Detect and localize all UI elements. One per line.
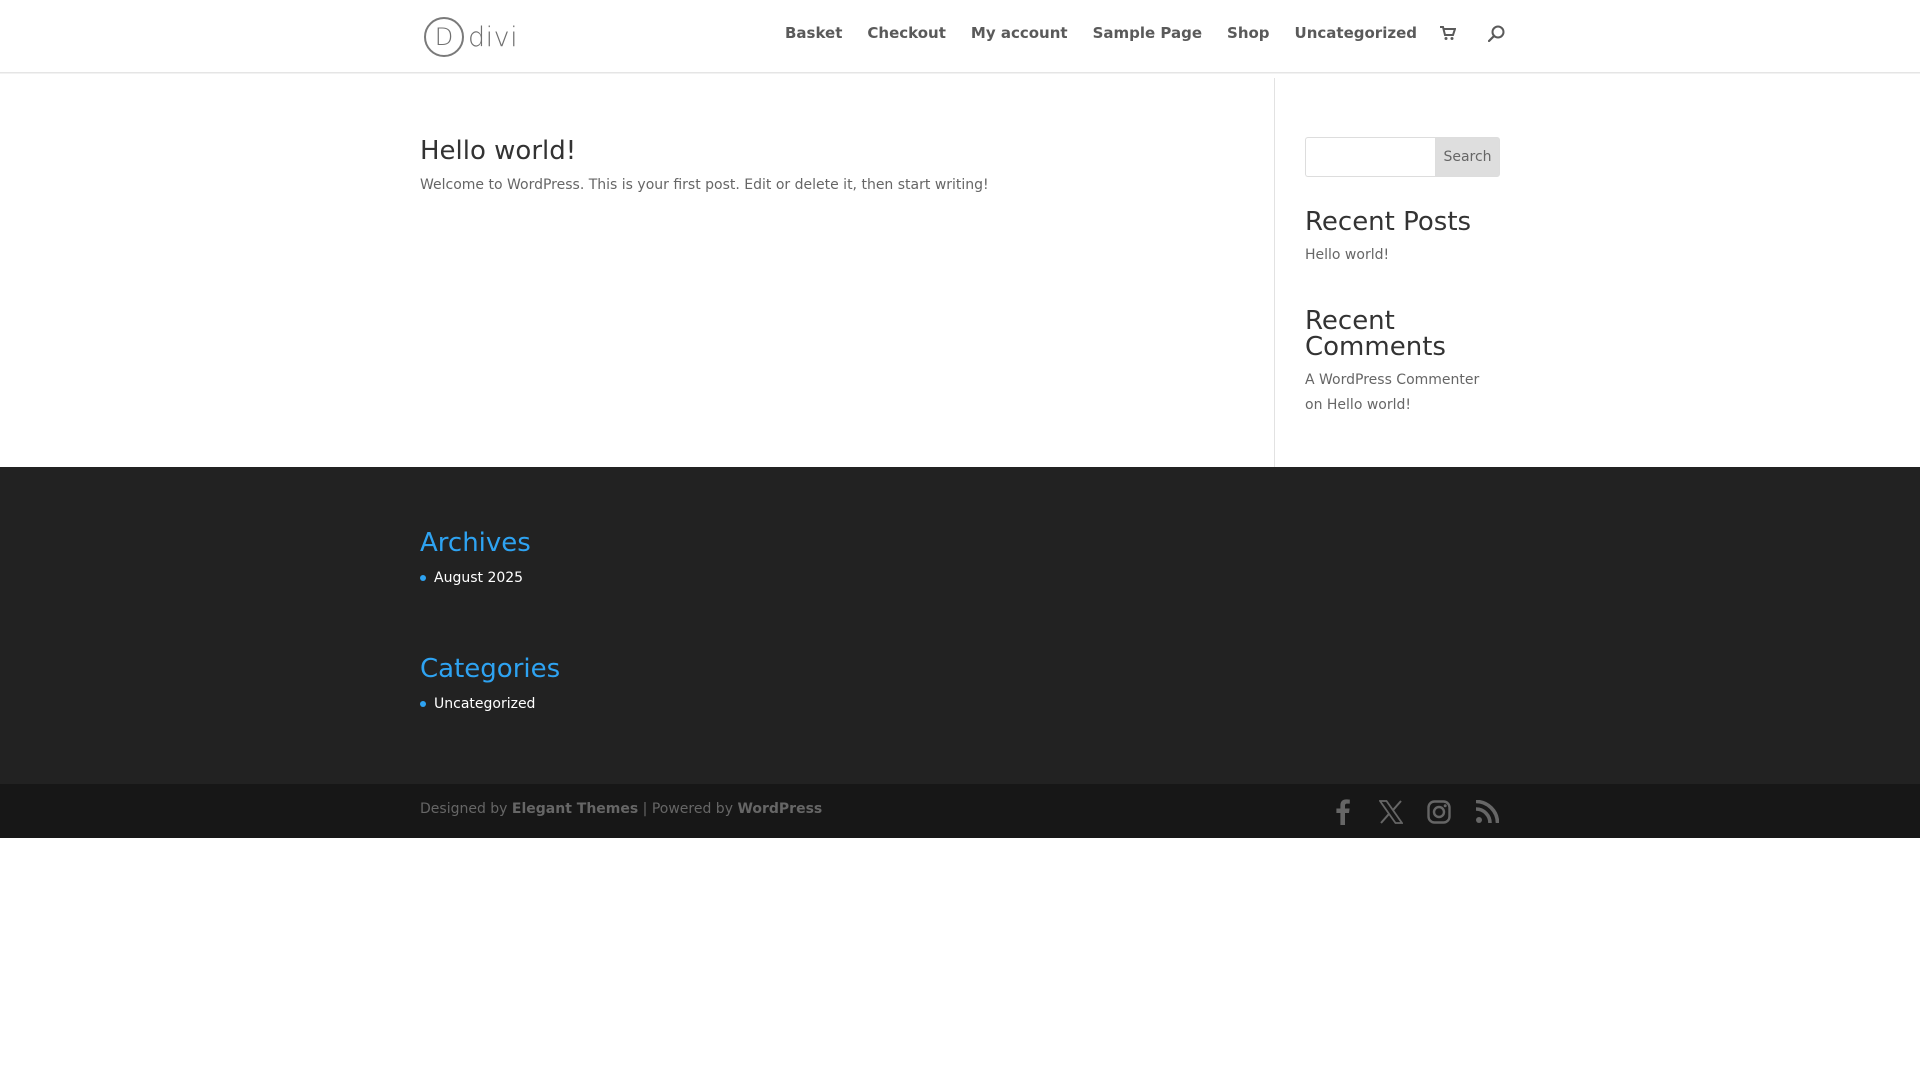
archives-widget: Archives August 2025: [420, 527, 531, 589]
sidebar-divider: [1274, 78, 1275, 467]
comment-post-link[interactable]: Hello world!: [1327, 397, 1411, 413]
search-button[interactable]: Search: [1435, 137, 1500, 177]
footer-credits: Designed by Elegant Themes | Powered by …: [420, 801, 822, 817]
platform-link[interactable]: WordPress: [737, 801, 822, 817]
comment-author-link[interactable]: A WordPress Commenter: [1305, 372, 1479, 388]
powered-by-label: | Powered by: [642, 801, 733, 817]
list-item: August 2025: [420, 567, 531, 589]
search-form: Search: [1305, 137, 1500, 177]
logo-mark: D: [424, 17, 464, 57]
search-icon[interactable]: [1487, 24, 1505, 42]
cart-icon[interactable]: [1439, 24, 1457, 42]
nav-basket[interactable]: Basket: [785, 24, 842, 42]
site-logo[interactable]: D divi: [424, 16, 518, 58]
categories-title: Categories: [420, 654, 561, 684]
post-title[interactable]: Hello world!: [420, 134, 1220, 168]
nav-shop[interactable]: Shop: [1227, 24, 1270, 42]
post-entry: Hello world! Welcome to WordPress. This …: [420, 134, 1220, 196]
sidebar: Search Recent Posts Hello world! Recent …: [1305, 137, 1500, 418]
comment-on-label: on: [1305, 397, 1323, 413]
main-nav: Basket Checkout My account Sample Page S…: [760, 20, 1505, 46]
nav-uncategorized[interactable]: Uncategorized: [1295, 24, 1417, 42]
instagram-icon[interactable]: [1425, 798, 1453, 826]
bullet-icon: [420, 701, 426, 707]
footer-widgets: Archives August 2025 Categories Uncatego…: [0, 467, 1920, 784]
search-input[interactable]: [1305, 137, 1435, 177]
categories-widget: Categories Uncategorized: [420, 653, 560, 715]
social-links: [1309, 798, 1501, 826]
site-header: D divi Basket Checkout My account Sample…: [0, 0, 1920, 73]
post-excerpt: Welcome to WordPress. This is your first…: [420, 177, 989, 193]
bullet-icon: [420, 575, 426, 581]
nav-my-account[interactable]: My account: [971, 24, 1068, 42]
designed-by-label: Designed by: [420, 801, 508, 817]
recent-posts-widget: Recent Posts Hello world!: [1305, 209, 1500, 268]
theme-link[interactable]: Elegant Themes: [512, 801, 638, 817]
facebook-icon[interactable]: [1329, 798, 1357, 826]
recent-posts-title: Recent Posts: [1305, 207, 1472, 237]
x-icon[interactable]: [1377, 798, 1405, 826]
logo-word: divi: [468, 21, 519, 53]
main-area: Hello world! Welcome to WordPress. This …: [0, 74, 1920, 467]
footer-bottom-bar: Designed by Elegant Themes | Powered by …: [0, 784, 1920, 838]
nav-sample-page[interactable]: Sample Page: [1093, 24, 1202, 42]
archive-link[interactable]: August 2025: [434, 567, 523, 589]
archives-title: Archives: [420, 528, 531, 558]
category-link[interactable]: Uncategorized: [434, 693, 535, 715]
nav-checkout[interactable]: Checkout: [867, 24, 945, 42]
rss-icon[interactable]: [1473, 798, 1501, 826]
recent-comment: A WordPress Commenter on Hello world!: [1305, 368, 1500, 418]
recent-comments-widget: Recent Comments A WordPress Commenter on…: [1305, 308, 1500, 418]
recent-post-link[interactable]: Hello world!: [1305, 243, 1500, 268]
recent-comments-title: Recent Comments: [1305, 306, 1446, 362]
list-item: Uncategorized: [420, 693, 560, 715]
